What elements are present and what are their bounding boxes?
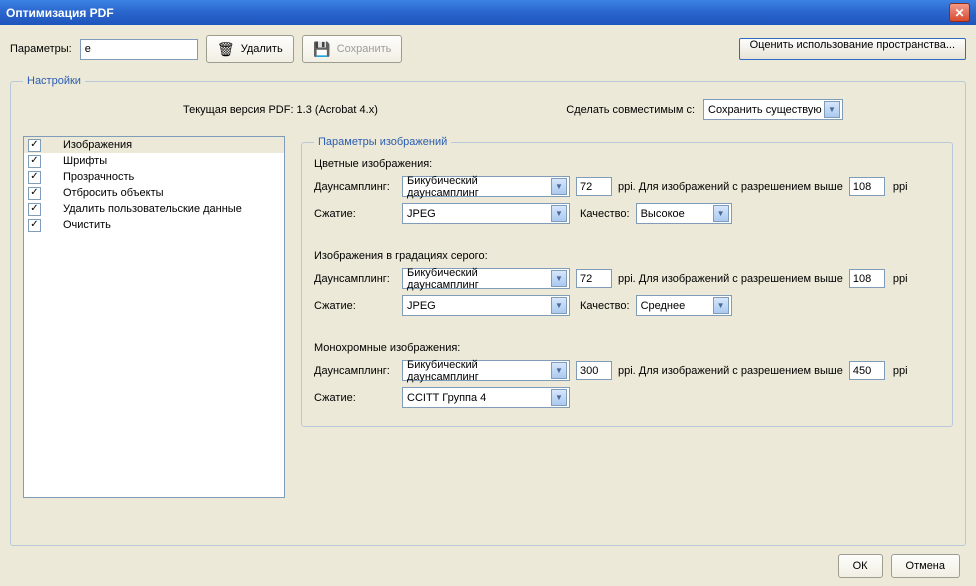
gray-target-ppi[interactable] [576,269,612,288]
color-downsample-combo[interactable]: Бикубический даунсамплинг ▼ [402,176,570,197]
compat-label: Сделать совместимым с: [566,104,695,116]
mono-above-ppi[interactable] [849,361,885,380]
category-item-discard-objects[interactable]: ✓ Отбросить объекты [24,185,284,201]
downsampling-label: Даунсамплинг: [314,273,396,285]
save-button: 💾 Сохранить [302,35,403,63]
mono-section: Монохромные изображения: Даунсамплинг: Б… [314,342,940,408]
mono-target-ppi[interactable] [576,361,612,380]
ppi-unit: ppi [891,181,908,193]
checkbox-icon[interactable]: ✓ [28,155,41,168]
image-params-fieldset: Параметры изображений Цветные изображени… [301,136,953,427]
mono-compression-combo[interactable]: CCITT Группа 4 ▼ [402,387,570,408]
checkbox-icon[interactable]: ✓ [28,219,41,232]
chevron-down-icon[interactable]: ▼ [551,270,567,287]
close-button[interactable]: ✕ [949,3,970,22]
compression-label: Сжатие: [314,392,396,404]
ok-button[interactable]: ОК [838,554,883,578]
audit-space-button[interactable]: Оценить использование пространства... [739,38,966,60]
gray-above-ppi[interactable] [849,269,885,288]
chevron-down-icon[interactable]: ▼ [551,389,567,406]
color-target-ppi[interactable] [576,177,612,196]
delete-label: Удалить [241,43,283,55]
category-item-fonts[interactable]: ✓ Шрифты [24,153,284,169]
category-item-transparency[interactable]: ✓ Прозрачность [24,169,284,185]
checkbox-icon[interactable]: ✓ [28,187,41,200]
window-title: Оптимизация PDF [6,6,114,20]
color-compression-combo[interactable]: JPEG ▼ [402,203,570,224]
downsampling-label: Даунсамплинг: [314,181,396,193]
chevron-down-icon[interactable]: ▼ [713,205,729,222]
mono-downsample-combo[interactable]: Бикубический даунсамплинг ▼ [402,360,570,381]
settings-fieldset: Настройки Текущая версия PDF: 1.3 (Acrob… [10,75,966,546]
delete-button[interactable]: 🗑 Удалить [206,35,294,63]
category-item-discard-userdata[interactable]: ✓ Удалить пользовательские данные [24,201,284,217]
params-label: Параметры: [10,43,72,55]
trash-icon: 🗑 [217,40,235,58]
chevron-down-icon[interactable]: ▼ [713,297,729,314]
compat-value: Сохранить существующую [708,104,822,116]
compression-label: Сжатие: [314,208,396,220]
settings-legend: Настройки [23,75,85,87]
chevron-down-icon[interactable]: ▼ [551,297,567,314]
color-title: Цветные изображения: [314,158,940,170]
compat-combo[interactable]: Сохранить существующую ▼ [703,99,843,120]
ppi-above-label: ppi. Для изображений с разрешением выше [618,273,843,285]
gray-section: Изображения в градациях серого: Даунсамп… [314,250,940,316]
titlebar: Оптимизация PDF ✕ [0,0,976,25]
color-above-ppi[interactable] [849,177,885,196]
category-list[interactable]: ✓ Изображения ✓ Шрифты ✓ Прозрачность [23,136,285,498]
category-item-cleanup[interactable]: ✓ Очистить [24,217,284,233]
cancel-button[interactable]: Отмена [891,554,960,578]
ppi-above-label: ppi. Для изображений с разрешением выше [618,181,843,193]
gray-title: Изображения в градациях серого: [314,250,940,262]
gray-compression-combo[interactable]: JPEG ▼ [402,295,570,316]
color-quality-combo[interactable]: Высокое ▼ [636,203,732,224]
downsampling-label: Даунсамплинг: [314,365,396,377]
chevron-down-icon[interactable]: ▼ [824,101,840,118]
chevron-down-icon[interactable]: ▼ [551,205,567,222]
ppi-above-label: ppi. Для изображений с разрешением выше [618,365,843,377]
chevron-down-icon[interactable]: ▼ [551,178,567,195]
gray-downsample-combo[interactable]: Бикубический даунсамплинг ▼ [402,268,570,289]
chevron-down-icon[interactable]: ▼ [551,362,567,379]
save-label: Сохранить [337,43,392,55]
close-icon: ✕ [954,6,964,20]
category-item-images[interactable]: ✓ Изображения [24,137,284,153]
current-version-label: Текущая версия PDF: 1.3 (Acrobat 4.x) [183,104,378,116]
quality-label: Качество: [580,300,630,312]
save-icon: 💾 [313,40,331,58]
gray-quality-combo[interactable]: Среднее ▼ [636,295,732,316]
checkbox-icon[interactable]: ✓ [28,171,41,184]
quality-label: Качество: [580,208,630,220]
checkbox-icon[interactable]: ✓ [28,139,41,152]
ppi-unit: ppi [891,273,908,285]
preset-combo[interactable]: ▼ [80,39,198,60]
color-section: Цветные изображения: Даунсамплинг: Бикуб… [314,158,940,224]
mono-title: Монохромные изображения: [314,342,940,354]
ppi-unit: ppi [891,365,908,377]
image-params-legend: Параметры изображений [314,136,451,148]
compression-label: Сжатие: [314,300,396,312]
checkbox-icon[interactable]: ✓ [28,203,41,216]
